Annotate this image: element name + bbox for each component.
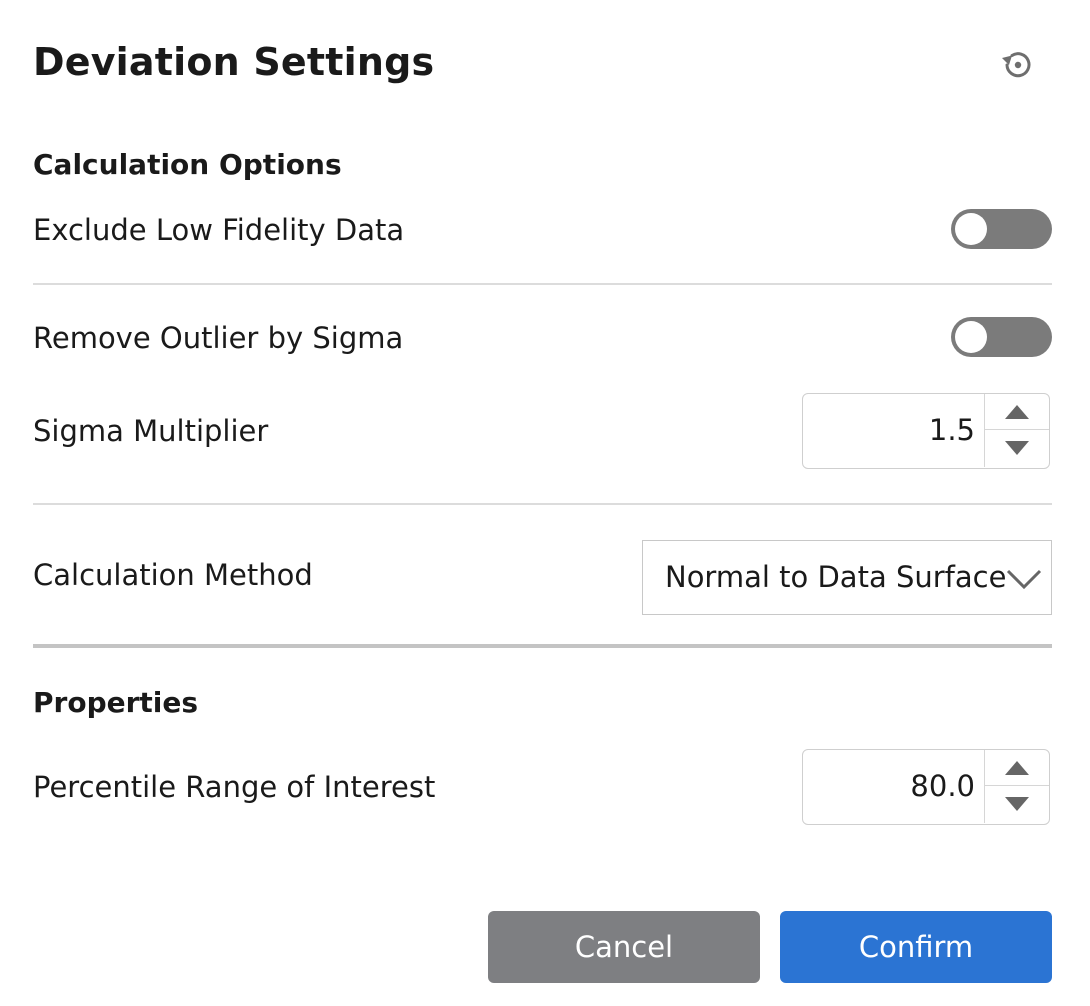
percentile-range-label: Percentile Range of Interest	[33, 770, 436, 804]
deviation-settings-dialog: Deviation Settings Calculation Options E…	[0, 0, 1090, 1006]
percentile-range-input[interactable]: 80.0	[803, 750, 975, 823]
exclude-low-fidelity-toggle[interactable]	[951, 209, 1052, 249]
reset-button[interactable]	[994, 41, 1042, 89]
sigma-multiplier-input[interactable]: 1.5	[803, 394, 975, 467]
calculation-method-value: Normal to Data Surface	[665, 560, 1007, 594]
triangle-up-icon	[1005, 404, 1029, 419]
decrement-button[interactable]	[985, 786, 1049, 822]
calculation-method-select[interactable]: Normal to Data Surface	[642, 540, 1052, 615]
chevron-down-icon	[1006, 569, 1042, 590]
properties-heading: Properties	[33, 686, 199, 719]
cancel-button[interactable]: Cancel	[488, 911, 760, 983]
dialog-title: Deviation Settings	[33, 40, 435, 84]
sigma-multiplier-stepper[interactable]: 1.5	[802, 393, 1050, 469]
reset-icon	[1002, 52, 1031, 78]
toggle-knob	[955, 321, 987, 353]
decrement-button[interactable]	[985, 430, 1049, 466]
increment-button[interactable]	[985, 750, 1049, 786]
calculation-method-label: Calculation Method	[33, 558, 313, 592]
divider	[33, 503, 1052, 505]
triangle-down-icon	[1005, 797, 1029, 811]
exclude-low-fidelity-label: Exclude Low Fidelity Data	[33, 213, 405, 247]
stepper-arrows	[984, 394, 1049, 467]
confirm-button[interactable]: Confirm	[780, 911, 1052, 983]
remove-outlier-toggle[interactable]	[951, 317, 1052, 357]
sigma-multiplier-label: Sigma Multiplier	[33, 414, 269, 448]
stepper-arrows	[984, 750, 1049, 823]
triangle-down-icon	[1005, 441, 1029, 455]
triangle-up-icon	[1005, 760, 1029, 775]
section-divider	[33, 644, 1052, 648]
divider	[33, 283, 1052, 285]
toggle-knob	[955, 213, 987, 245]
percentile-range-stepper[interactable]: 80.0	[802, 749, 1050, 825]
increment-button[interactable]	[985, 394, 1049, 430]
remove-outlier-label: Remove Outlier by Sigma	[33, 321, 404, 355]
calculation-options-heading: Calculation Options	[33, 148, 342, 181]
